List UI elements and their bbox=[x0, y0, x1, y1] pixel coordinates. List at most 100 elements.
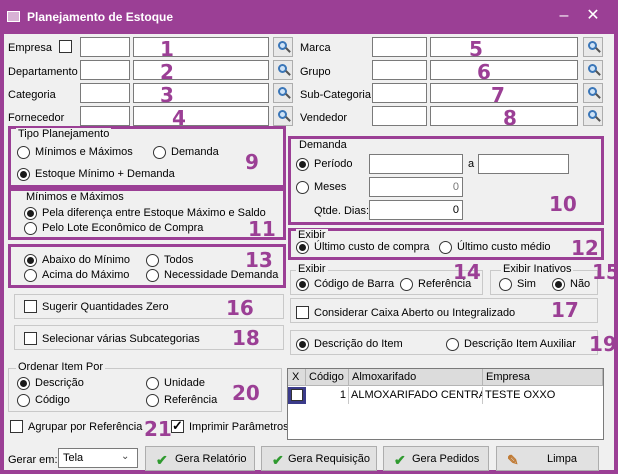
qtde-dias-input[interactable]: 0 bbox=[369, 200, 463, 220]
ordenar-codigo-radio[interactable] bbox=[17, 394, 30, 407]
grid-header-select[interactable]: X bbox=[288, 369, 306, 386]
fornecedor-name-input[interactable]: 4 bbox=[133, 106, 269, 130]
ordenar-referencia-radio[interactable] bbox=[146, 394, 159, 407]
ordenar-unidade-radio[interactable] bbox=[146, 377, 159, 390]
gera-relatorio-label: Gera Relatório bbox=[175, 453, 247, 465]
callout-number: 11 bbox=[248, 217, 276, 241]
imprimir-parametros-checkbox[interactable] bbox=[171, 418, 184, 434]
tipo-estoque-demanda-radio[interactable] bbox=[17, 168, 30, 181]
vendedor-code-input[interactable] bbox=[372, 106, 427, 126]
row-select-checkbox[interactable] bbox=[291, 389, 303, 401]
codigo-barra-radio[interactable] bbox=[296, 278, 309, 291]
acima-maximo-radio[interactable] bbox=[24, 269, 37, 282]
inativos-nao-radio[interactable] bbox=[552, 278, 565, 291]
categoria-lookup-button[interactable] bbox=[273, 83, 293, 103]
grid-header-codigo[interactable]: Código bbox=[306, 369, 349, 386]
abaixo-minimo-radio[interactable] bbox=[24, 254, 37, 267]
marca-lookup-button[interactable] bbox=[583, 37, 603, 57]
vendedor-name-input[interactable]: 8 bbox=[430, 106, 578, 130]
ordenar-codigo-label: Código bbox=[35, 394, 70, 406]
almoxarifado-grid[interactable]: X Código Almoxarifado Empresa 1 ALMOXARI… bbox=[287, 368, 604, 440]
subcategoria-name-input[interactable]: 7 bbox=[430, 83, 578, 107]
tipo-demanda-radio[interactable] bbox=[153, 146, 166, 159]
close-button[interactable]: ✕ bbox=[582, 6, 604, 26]
limpa-button[interactable]: ✎ Limpa bbox=[496, 446, 599, 471]
periodo-separator: a bbox=[468, 158, 475, 170]
callout-number: 3 bbox=[160, 83, 174, 107]
categoria-name-input[interactable]: 3 bbox=[133, 83, 269, 107]
minimize-button[interactable]: – bbox=[553, 6, 575, 26]
categoria-code-input[interactable] bbox=[80, 83, 130, 103]
inativos-sim-radio[interactable] bbox=[499, 278, 512, 291]
demanda-meses-radio[interactable] bbox=[296, 181, 309, 194]
empresa-checkbox[interactable] bbox=[59, 40, 72, 53]
ordenar-descricao-radio[interactable] bbox=[17, 377, 30, 390]
descricao-item-radio[interactable] bbox=[296, 338, 309, 351]
grid-header-empresa[interactable]: Empresa bbox=[483, 369, 603, 386]
empresa-lookup-button[interactable] bbox=[273, 37, 293, 57]
todos-radio[interactable] bbox=[146, 254, 159, 267]
varias-subcategorias-checkbox[interactable] bbox=[24, 332, 37, 345]
departamento-lookup-button[interactable] bbox=[273, 60, 293, 80]
checkmark-icon: ✔ bbox=[394, 452, 406, 468]
periodo-start-input[interactable] bbox=[369, 154, 463, 174]
row-codigo: 1 bbox=[306, 387, 349, 404]
tipo-minmax-radio[interactable] bbox=[17, 146, 30, 159]
gera-relatorio-button[interactable]: ✔ Gera Relatório bbox=[145, 446, 255, 471]
ultimo-custo-medio-radio[interactable] bbox=[439, 241, 452, 254]
grid-header-almoxarifado[interactable]: Almoxarifado bbox=[349, 369, 483, 386]
fornecedor-code-input[interactable] bbox=[80, 106, 130, 126]
ordenar-referencia-label: Referência bbox=[164, 394, 218, 406]
necessidade-demanda-radio[interactable] bbox=[146, 269, 159, 282]
departamento-code-input[interactable] bbox=[80, 60, 130, 80]
agrupar-referencia-label: Agrupar por Referência bbox=[28, 421, 143, 433]
empresa-label: Empresa bbox=[8, 42, 53, 54]
ultimo-custo-compra-radio[interactable] bbox=[296, 241, 309, 254]
demanda-periodo-radio[interactable] bbox=[296, 158, 309, 171]
callout-number: 15 bbox=[592, 260, 618, 284]
callout-number: 18 bbox=[232, 326, 260, 350]
callout-number: 10 bbox=[549, 192, 577, 216]
descricao-auxiliar-radio[interactable] bbox=[446, 338, 459, 351]
table-row[interactable]: 1 ALMOXARIFADO CENTRA TESTE OXXO bbox=[288, 387, 603, 404]
inativos-sim-label: Sim bbox=[517, 278, 536, 290]
gera-requisicao-button[interactable]: ✔ Gera Requisição bbox=[261, 446, 377, 471]
ultimo-custo-compra-label: Último custo de compra bbox=[314, 241, 430, 253]
gera-pedidos-button[interactable]: ✔ Gera Pedidos bbox=[383, 446, 489, 471]
empresa-name-input[interactable]: 1 bbox=[133, 37, 269, 61]
demanda-meses-label: Meses bbox=[314, 181, 347, 193]
subcategoria-label: Sub-Categoria bbox=[300, 89, 371, 101]
departamento-name-input[interactable]: 2 bbox=[133, 60, 269, 84]
descricao-item-label: Descrição do Item bbox=[314, 338, 403, 350]
codigo-barra-label: Código de Barra bbox=[314, 278, 395, 290]
minmax-diferenca-radio[interactable] bbox=[24, 207, 37, 220]
callout-number: 17 bbox=[551, 298, 579, 322]
marca-code-input[interactable] bbox=[372, 37, 427, 57]
agrupar-referencia-checkbox[interactable] bbox=[10, 420, 23, 433]
periodo-end-input[interactable] bbox=[478, 154, 569, 174]
sugerir-zero-checkbox[interactable] bbox=[24, 300, 37, 313]
callout-number: 21 bbox=[144, 417, 172, 441]
empresa-code-input[interactable] bbox=[80, 37, 130, 57]
grupo-lookup-button[interactable] bbox=[583, 60, 603, 80]
vendedor-label: Vendedor bbox=[300, 112, 348, 124]
callout-number: 7 bbox=[491, 83, 505, 107]
callout-number: 20 bbox=[232, 381, 260, 405]
referencia-radio[interactable] bbox=[400, 278, 413, 291]
vendedor-lookup-button[interactable] bbox=[583, 106, 603, 126]
subcategoria-code-input[interactable] bbox=[372, 83, 427, 103]
demanda-periodo-label: Período bbox=[314, 158, 353, 170]
grupo-name-input[interactable]: 6 bbox=[430, 60, 578, 84]
marca-name-input[interactable]: 5 bbox=[430, 37, 578, 61]
subcategoria-lookup-button[interactable] bbox=[583, 83, 603, 103]
gerar-em-select[interactable]: Tela ⌄ bbox=[58, 448, 138, 468]
considerar-caixa-checkbox[interactable] bbox=[296, 306, 309, 319]
fornecedor-lookup-button[interactable] bbox=[273, 106, 293, 126]
descricao-auxiliar-label: Descrição Item Auxiliar bbox=[464, 338, 576, 350]
callout-number: 12 bbox=[571, 236, 599, 260]
meses-input[interactable]: 0 bbox=[369, 177, 463, 197]
minmax-lote-radio[interactable] bbox=[24, 222, 37, 235]
callout-number: 14 bbox=[453, 260, 481, 284]
grupo-code-input[interactable] bbox=[372, 60, 427, 80]
limpa-label: Limpa bbox=[547, 453, 577, 465]
